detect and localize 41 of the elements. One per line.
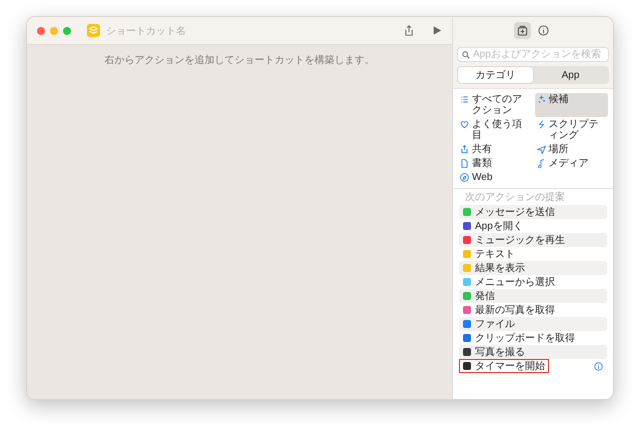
action-item[interactable]: メッセージを送信 bbox=[459, 205, 607, 219]
close-button[interactable] bbox=[37, 26, 45, 34]
action-item[interactable]: 写真を撮る bbox=[459, 345, 607, 359]
play-icon[interactable] bbox=[432, 25, 442, 36]
action-item[interactable]: Appを開く bbox=[459, 219, 607, 233]
compass-icon bbox=[460, 173, 469, 182]
category-item[interactable]: メディア bbox=[534, 157, 608, 170]
section-heading: 次のアクションの提案 bbox=[465, 192, 566, 204]
action-item[interactable]: タイマーを開始 bbox=[459, 359, 549, 373]
segment-tab[interactable]: カテゴリ bbox=[458, 67, 533, 83]
action-item[interactable]: メニューから選択 bbox=[459, 275, 607, 289]
search-field[interactable]: Appおよびアクションを検索 bbox=[457, 47, 609, 62]
category-item[interactable]: Web bbox=[458, 171, 532, 184]
action-item[interactable]: ミュージックを再生 bbox=[459, 233, 607, 247]
heart-icon bbox=[460, 120, 469, 129]
doc-icon bbox=[460, 159, 469, 168]
category-item[interactable]: 共有 bbox=[458, 143, 532, 156]
action-item[interactable]: 発信 bbox=[459, 289, 607, 303]
action-item[interactable]: 最新の写真を取得 bbox=[459, 303, 607, 317]
script-icon bbox=[536, 120, 546, 129]
list-icon bbox=[460, 95, 469, 104]
location-icon bbox=[536, 145, 546, 154]
category-item[interactable]: 書類 bbox=[458, 157, 532, 170]
category-item[interactable]: よく使う項目 bbox=[458, 118, 532, 142]
category-item[interactable]: スクリプティング bbox=[534, 118, 608, 142]
music-icon bbox=[536, 159, 546, 168]
sparkle-icon bbox=[536, 95, 546, 104]
action-item[interactable]: 結果を表示 bbox=[459, 261, 607, 275]
share-icon bbox=[460, 145, 469, 154]
category-item[interactable]: 候補 bbox=[534, 93, 608, 117]
info-icon[interactable] bbox=[594, 362, 603, 370]
library-tab[interactable] bbox=[514, 22, 531, 39]
action-item[interactable]: テキスト bbox=[459, 247, 607, 261]
editor-hint: 右からアクションを追加してショートカットを構築します。 bbox=[104, 54, 374, 66]
category-item[interactable]: 場所 bbox=[534, 143, 608, 156]
segment-tab[interactable]: App bbox=[533, 67, 608, 83]
action-item[interactable]: クリップボードを取得 bbox=[459, 331, 607, 345]
category-item[interactable]: すべてのアクション bbox=[458, 93, 532, 117]
share-icon[interactable] bbox=[404, 25, 414, 36]
search-icon bbox=[462, 50, 470, 58]
action-item[interactable]: ファイル bbox=[459, 317, 607, 331]
